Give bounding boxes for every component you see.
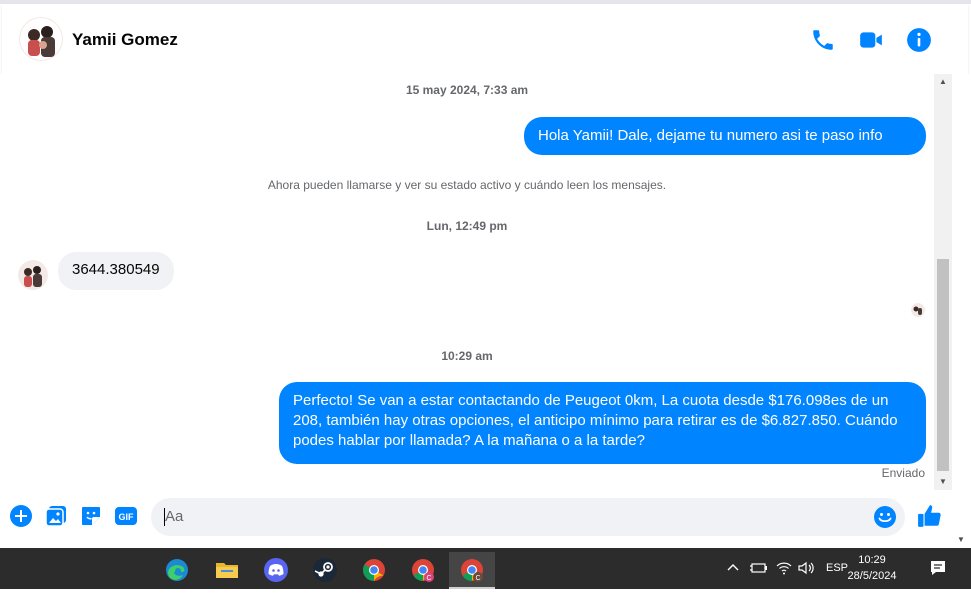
wifi-icon[interactable] (776, 560, 792, 601)
clock-date: 28/5/2024 (847, 570, 897, 582)
contact-name[interactable]: Yamii Gomez (72, 30, 178, 50)
taskbar-edge[interactable] (154, 552, 200, 589)
taskbar-chrome-profile-active[interactable]: C (449, 552, 495, 589)
timestamp: Lun, 12:49 pm (426, 219, 508, 233)
folder-icon (215, 558, 239, 582)
add-icon[interactable] (9, 504, 33, 528)
video-camera-icon[interactable] (858, 27, 884, 53)
message-composer: GIF Aa (0, 490, 952, 546)
windows-taskbar: C C ESP 10:29 28/5/2024 (0, 548, 971, 589)
taskbar-file-explorer[interactable] (204, 552, 250, 589)
photo-icon[interactable] (44, 504, 68, 528)
taskbar-chrome-profile[interactable]: C (400, 552, 446, 589)
message-status: Enviado (881, 466, 925, 480)
taskbar-steam[interactable] (302, 552, 348, 589)
gif-label: GIF (119, 512, 135, 522)
contact-avatar-small[interactable] (18, 260, 48, 290)
outgoing-message[interactable]: Perfecto! Se van a estar contactando de … (279, 382, 926, 464)
svg-text:C: C (475, 575, 480, 582)
thumbs-up-icon[interactable] (917, 503, 941, 527)
notifications-icon[interactable] (929, 559, 947, 600)
timestamp: 10:29 am (441, 349, 493, 363)
system-clock[interactable]: 10:29 28/5/2024 (844, 552, 900, 584)
input-placeholder: Aa (165, 508, 184, 525)
timestamp: 15 may 2024, 7:33 am (405, 83, 529, 97)
chrome-icon (362, 558, 386, 582)
chevron-up-icon[interactable] (726, 560, 740, 601)
outgoing-message[interactable]: Hola Yamii! Dale, dejame tu numero asi t… (524, 117, 926, 155)
volume-icon[interactable] (798, 560, 816, 601)
conversation-header: Yamii Gomez (2, 4, 968, 74)
info-icon[interactable] (906, 27, 932, 53)
scroll-up-icon[interactable]: ▲ (934, 74, 952, 90)
page-scroll-down-icon[interactable]: ▼ (952, 532, 970, 548)
steam-icon (313, 558, 337, 582)
sticker-icon[interactable] (79, 504, 103, 528)
chrome-profile-icon: C (460, 558, 484, 582)
message-input[interactable]: Aa (151, 498, 905, 536)
scroll-down-icon[interactable]: ▼ (934, 474, 952, 490)
chat-scrollbar[interactable]: ▲ ▼ (934, 74, 952, 490)
read-receipt-avatar (911, 303, 925, 317)
battery-icon[interactable] (750, 561, 768, 602)
message-thread[interactable]: 15 may 2024, 7:33 am Hola Yamii! Dale, d… (0, 74, 934, 490)
edge-icon (165, 558, 189, 582)
system-message: Ahora pueden llamarse y ver su estado ac… (267, 178, 667, 192)
clock-time: 10:29 (858, 554, 886, 566)
taskbar-chrome[interactable] (351, 552, 397, 589)
incoming-message[interactable]: 3644.380549 (58, 252, 174, 290)
contact-avatar[interactable] (19, 17, 63, 61)
page-scrollbar[interactable]: ▼ (952, 74, 971, 548)
phone-icon[interactable] (810, 27, 836, 53)
emoji-icon[interactable] (873, 505, 897, 529)
gif-icon[interactable]: GIF (114, 504, 138, 528)
discord-icon (264, 558, 288, 582)
taskbar-discord[interactable] (253, 552, 299, 589)
svg-text:C: C (426, 575, 431, 582)
chrome-profile-icon: C (411, 558, 435, 582)
scrollbar-thumb[interactable] (937, 259, 949, 471)
